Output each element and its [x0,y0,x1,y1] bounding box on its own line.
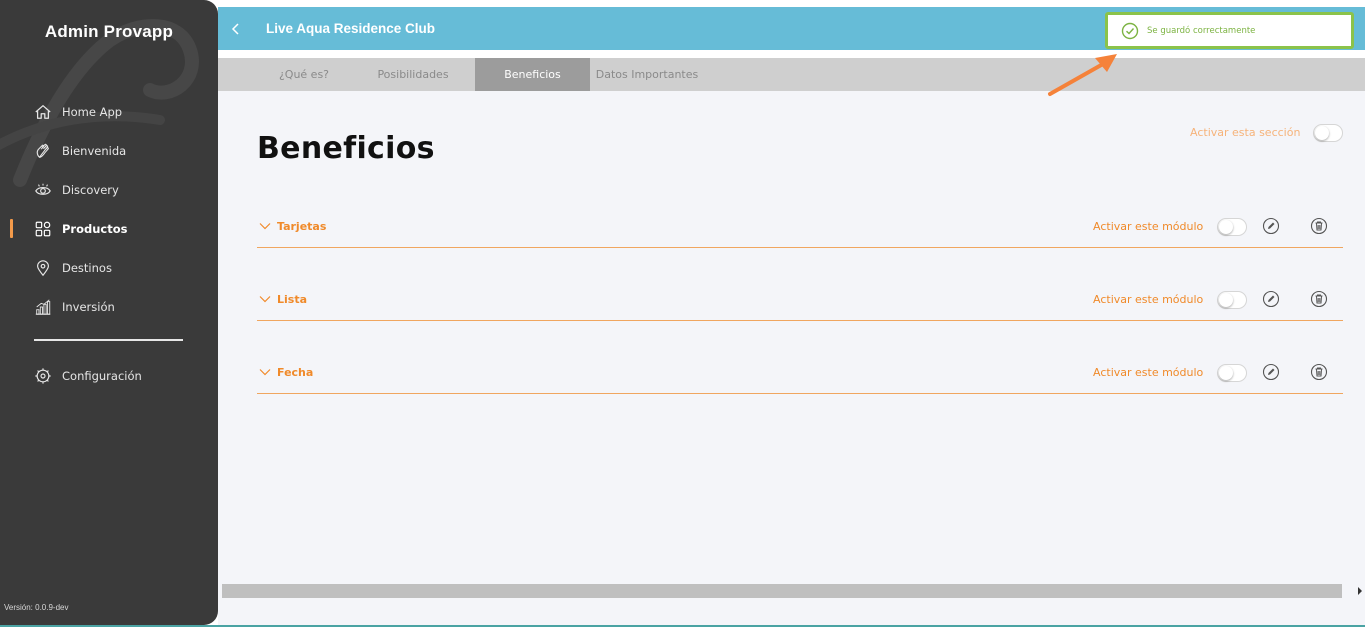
module-toggle-label: Activar este módulo [1093,220,1204,233]
sidebar-item-home-app[interactable]: Home App [0,92,218,131]
sidebar-item-label: Bienvenida [62,143,127,158]
chevron-down-icon[interactable] [259,366,271,378]
eye-icon [34,181,52,199]
brand-title: Admin Provapp [44,22,174,41]
gear-icon [34,367,52,385]
home-icon [34,103,52,121]
bar-chart-icon [34,298,52,316]
tab-bar: ¿Qué es? Posibilidades Beneficios Datos … [218,58,1365,91]
sidebar-nav: Home App Bienvenida Discovery Productos … [0,92,218,326]
tab-beneficios[interactable]: Beneficios [475,58,590,91]
section-toggle[interactable] [1313,124,1343,142]
sidebar-item-label: Destinos [62,260,112,275]
tab-spacer [218,58,257,91]
page-header-title: Live Aqua Residence Club [266,21,436,36]
annotation-arrow-icon [1048,54,1117,96]
grid-icon [34,220,52,238]
sidebar-item-label: Productos [62,221,128,236]
horizontal-scrollbar[interactable] [222,584,1365,598]
module-name[interactable]: Fecha [277,366,313,379]
sidebar-divider [34,339,183,341]
toast-message: Se guardó correctamente [1147,25,1256,36]
check-circle-icon [1121,22,1139,39]
sidebar-item-label: Inversión [62,299,115,314]
sidebar-item-discovery[interactable]: Discovery [0,170,218,209]
module-toggle-label: Activar este módulo [1093,366,1204,379]
trash-icon[interactable] [1310,217,1328,235]
pencil-icon[interactable] [1262,290,1280,308]
sidebar-item-label: Home App [62,104,123,119]
chevron-down-icon[interactable] [259,293,271,305]
module-name[interactable]: Tarjetas [277,220,326,233]
tab-posibilidades[interactable]: Posibilidades [351,58,475,91]
tab-que-es[interactable]: ¿Qué es? [257,58,351,91]
sidebar-item-label: Configuración [62,368,142,383]
module-toggle[interactable] [1217,291,1247,309]
module-toggle[interactable] [1217,364,1247,382]
sidebar: Admin Provapp Home App Bienvenida Discov… [0,0,218,625]
sidebar-item-productos[interactable]: Productos [0,209,218,248]
waving-hand-icon [34,142,52,160]
scroll-right-arrow-icon[interactable] [1356,586,1364,596]
chevron-down-icon[interactable] [259,220,271,232]
sidebar-item-label: Discovery [62,182,119,197]
trash-icon[interactable] [1310,363,1328,381]
module-name[interactable]: Lista [277,293,307,306]
module-row-tarjetas: Tarjetas Activar este módulo [257,208,1343,248]
back-button[interactable] [218,7,254,50]
location-pin-icon [34,259,52,277]
success-toast: Se guardó correctamente [1105,12,1354,49]
pencil-icon[interactable] [1262,217,1280,235]
module-toggle-label: Activar este módulo [1093,293,1204,306]
module-row-fecha: Fecha Activar este módulo [257,354,1343,394]
chevron-left-icon [231,22,239,35]
main-area: Live Aqua Residence Club ¿Qué es? Posibi… [218,0,1365,627]
module-row-lista: Lista Activar este módulo [257,281,1343,321]
pencil-icon[interactable] [1262,363,1280,381]
page-title: Beneficios [257,131,435,166]
trash-icon[interactable] [1310,290,1328,308]
tab-datos-importantes[interactable]: Datos Importantes [590,58,704,91]
sidebar-item-configuracion[interactable]: Configuración [0,356,218,395]
content-panel: Beneficios Activar esta sección Tarjetas… [218,91,1365,627]
module-toggle[interactable] [1217,218,1247,236]
version-label: Versión: 0.0.9-dev [4,603,69,612]
sidebar-item-bienvenida[interactable]: Bienvenida [0,131,218,170]
section-toggle-label: Activar esta sección [1190,126,1301,139]
scrollbar-thumb[interactable] [222,584,1342,598]
sidebar-item-inversion[interactable]: Inversión [0,287,218,326]
sidebar-item-destinos[interactable]: Destinos [0,248,218,287]
sidebar-config-group: Configuración [0,356,218,395]
